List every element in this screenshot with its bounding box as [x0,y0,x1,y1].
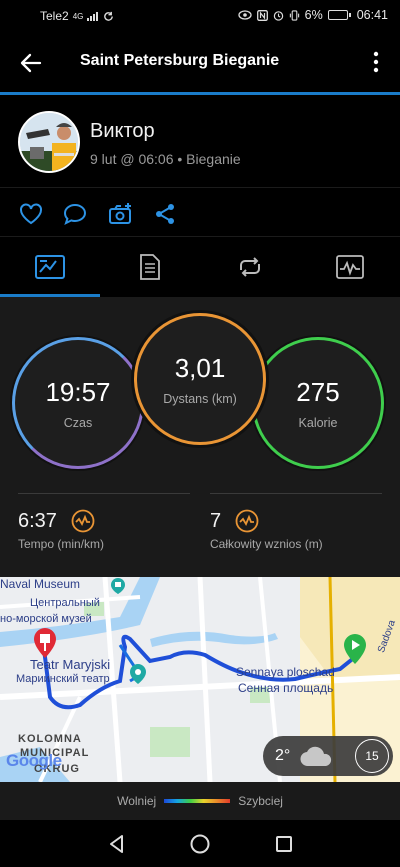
distance-value: 3,01 [174,352,226,383]
distance-ring: 3,01 Dystans (km) [134,313,266,445]
app-bar: Saint Petersburg Bieganie [0,32,400,92]
elevation-label: Całkowity wznios (m) [210,537,323,551]
vibrate-icon [289,9,299,21]
summary-tab[interactable] [0,237,100,297]
heart-icon[interactable] [18,201,44,227]
distance-label: Dystans (km) [163,391,237,406]
document-icon [140,254,160,280]
status-right: 6% 06:41 [237,8,388,22]
calories-ring: 275 Kalorie [252,337,384,469]
more-vertical-icon[interactable] [366,50,386,74]
wind-speed: 15 [365,749,379,763]
laps-icon [240,257,260,277]
map-label-central-2: но-морской музей [0,613,92,625]
map-label-teatr-ru: Мариинский театр [16,673,110,685]
status-left: Tele2 4G [40,9,114,23]
nav-back-icon[interactable] [103,830,131,858]
signal-icon [87,12,99,21]
legend-faster: Szybciej [238,794,283,808]
alarm-icon [273,10,283,21]
weather-widget[interactable]: 2° 15 [263,736,393,776]
network-label: 4G [72,11,84,21]
system-nav-bar [0,820,400,867]
wind-indicator: 15 [355,739,389,773]
calories-value: 275 [296,376,340,407]
map-label-naval-museum: Naval Museum [0,577,81,591]
pace-label: Tempo (min/km) [18,537,105,551]
activity-meta: 9 lut @ 06:06 • Bieganie [90,151,241,167]
comment-icon[interactable] [62,201,88,227]
legend-slower: Wolniej [117,794,157,808]
eye-icon [237,10,252,20]
user-name[interactable]: Виктор [90,120,155,143]
arrow-left-icon[interactable] [16,48,46,78]
pace-value: 6:37 [18,509,57,532]
stats-panel: 19:57 Czas 275 Kalorie 3,01 Dystans (km)… [0,297,400,577]
cloud-icon [300,746,332,767]
pace-divider [18,493,190,494]
activity-tabs [0,237,400,297]
summary-icon [35,255,65,279]
map-label-kolomna: KOLOMNA [18,733,82,745]
temperature: 2° [275,747,291,764]
details-tab[interactable] [100,237,200,297]
status-bar: Tele2 4G 6% 06:41 [0,0,400,32]
elevation-divider [210,493,382,494]
charts-tab[interactable] [300,237,400,297]
laps-tab[interactable] [200,237,300,297]
pace-graph-icon[interactable] [71,509,95,533]
map-label-sennaya-ru: Сенная площадь [238,681,334,695]
google-logo: Google [6,751,62,770]
chart-icon [336,255,364,279]
page-title: Saint Petersburg Bieganie [80,52,280,69]
map-label-central: Центральный [30,597,100,609]
elevation-value: 7 [210,509,222,532]
carrier-label: Tele2 [40,9,69,23]
map-label-teatr: Teatr Maryjski [30,657,111,672]
share-icon[interactable] [152,201,178,227]
time-label: Czas [63,415,93,430]
elevation-graph-icon[interactable] [235,509,259,533]
time-value: 19:57 [45,376,111,407]
nav-home-icon[interactable] [186,830,214,858]
clock: 06:41 [356,8,388,22]
pace-legend: Wolniej Szybciej [0,782,400,820]
map-label-sennaya: Sennaya ploschad [236,665,335,679]
activity-owner: Виктор 9 lut @ 06:06 • Bieganie [0,95,400,187]
finish-marker-icon [34,628,56,658]
sync-icon [104,11,114,21]
museum-marker-icon [111,578,125,594]
start-marker-icon [344,634,366,664]
pace-stat: 6:37 [18,509,95,533]
battery-percent: 6% [304,8,323,22]
nfc-icon [256,9,268,21]
elevation-stat: 7 [210,509,259,533]
add-photo-icon[interactable] [108,201,134,227]
poi-marker-icon [130,664,146,684]
battery-icon [327,10,351,20]
calories-label: Kalorie [298,415,338,430]
pace-gradient [164,799,231,803]
avatar[interactable] [18,111,80,173]
social-actions [0,187,400,237]
nav-recents-icon[interactable] [270,830,298,858]
route-map[interactable]: Naval Museum Центральный но-морской музе… [0,577,400,782]
time-ring: 19:57 Czas [12,337,144,469]
